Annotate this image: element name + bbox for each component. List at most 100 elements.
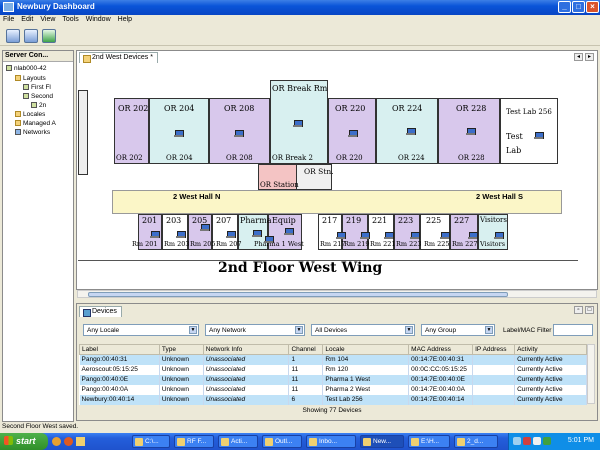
start-button[interactable]: start — [0, 433, 48, 450]
table-vertical-scrollbar[interactable] — [587, 344, 595, 404]
taskbar-item[interactable]: 2_d... — [454, 435, 498, 448]
device-laptop-icon[interactable] — [234, 130, 244, 137]
column-header[interactable]: Channel — [288, 344, 324, 355]
device-laptop-icon[interactable] — [336, 232, 346, 239]
device-laptop-icon[interactable] — [200, 224, 210, 231]
menu-window[interactable]: Window — [83, 15, 115, 23]
hall-label: 2 West Hall S — [476, 192, 523, 201]
device-laptop-icon[interactable] — [406, 128, 416, 135]
column-header[interactable]: IP Address — [472, 344, 516, 355]
device-laptop-icon[interactable] — [176, 231, 186, 238]
room-label: Pharma — [240, 216, 272, 225]
column-header[interactable]: Type — [158, 344, 204, 355]
folder-quicklaunch-icon[interactable] — [76, 437, 85, 446]
firefox-quicklaunch-icon[interactable] — [64, 437, 73, 446]
locale-select[interactable]: Any Locale ▼ — [83, 324, 199, 336]
tab-devices[interactable]: Devices — [79, 306, 122, 317]
room-label: 221 — [372, 216, 388, 225]
tab-2nd-west-devices[interactable]: 2nd West Devices * — [79, 52, 158, 63]
column-header[interactable]: Label — [79, 344, 160, 355]
refresh-icon[interactable] — [42, 29, 56, 43]
maximize-button[interactable]: □ — [572, 1, 585, 13]
room-label: 225 — [426, 216, 442, 225]
room-label: OR Break 2 — [272, 154, 313, 162]
server-connect-icon[interactable] — [6, 29, 20, 43]
layout-icon — [23, 93, 29, 100]
security-tray-icon[interactable] — [523, 437, 531, 445]
panel-minimize-button[interactable]: ▫ — [574, 306, 583, 314]
room-label: Test — [506, 132, 523, 141]
menu-edit[interactable]: Edit — [18, 15, 37, 23]
room-label: Rm 201 — [132, 240, 158, 248]
close-button[interactable]: × — [586, 1, 599, 13]
table-row[interactable]: Pango:00:40:0E Unknown Unassociated 11 Pharm… — [79, 374, 587, 385]
device-laptop-icon[interactable] — [384, 232, 394, 239]
column-header[interactable]: MAC Address — [408, 344, 474, 355]
taskbar-item[interactable]: C:\... — [132, 435, 170, 448]
floor-map[interactable]: OR 202 OR 204 OR 208 OR Break Rm OR 220 … — [78, 64, 596, 289]
taskbar-item[interactable]: Outl... — [262, 435, 302, 448]
map-horizontal-scrollbar[interactable] — [77, 290, 597, 298]
tab-scroll-right-button[interactable]: ▸ — [585, 53, 594, 61]
table-row[interactable]: Pango:00:40:31 Unknown Unassociated 1 Rm 104… — [79, 354, 587, 365]
tree-item-locales[interactable]: Locales — [15, 111, 45, 118]
tree-item-second-floor[interactable]: Second — [23, 93, 53, 100]
app-tray-icon[interactable] — [543, 437, 551, 445]
room-label: Visitors — [480, 240, 506, 248]
device-laptop-icon[interactable] — [348, 130, 358, 137]
label-mac-filter-input[interactable] — [553, 324, 593, 336]
room-label: 217 — [322, 216, 338, 225]
device-laptop-icon[interactable] — [360, 232, 370, 239]
device-laptop-icon[interactable] — [284, 228, 294, 235]
table-row[interactable]: Pango:00:40:0A Unknown Unassociated 11 Pharm… — [79, 384, 587, 395]
network-tray-icon[interactable] — [513, 437, 521, 445]
window-title: Newbury Dashboard — [17, 2, 95, 11]
taskbar-item[interactable]: E:\H... — [408, 435, 450, 448]
tree-item-2nd-west[interactable]: 2n — [31, 102, 46, 109]
browser-quicklaunch-icon[interactable] — [52, 437, 61, 446]
network-select[interactable]: Any Network ▼ — [205, 324, 305, 336]
device-laptop-icon[interactable] — [174, 130, 184, 137]
devices-select[interactable]: All Devices ▼ — [311, 324, 415, 336]
table-row[interactable]: Aeroscout:05:15:25 Unknown Unassociated 11 R… — [79, 364, 587, 375]
column-header[interactable]: Activity — [514, 344, 587, 355]
device-laptop-icon[interactable] — [440, 232, 450, 239]
panel-maximize-button[interactable]: □ — [585, 306, 594, 314]
device-laptop-icon[interactable] — [468, 232, 478, 239]
column-header[interactable]: Locale — [322, 344, 410, 355]
tree-item-networks[interactable]: Networks — [15, 129, 50, 136]
menu-file[interactable]: File — [0, 15, 18, 23]
menu-help[interactable]: Help — [115, 15, 136, 23]
room-label: 201 — [142, 216, 158, 225]
device-laptop-icon[interactable] — [226, 231, 236, 238]
group-select[interactable]: Any Group ▼ — [421, 324, 495, 336]
device-laptop-icon[interactable] — [466, 128, 476, 135]
room-label: OR 228 — [456, 104, 487, 113]
taskbar-item[interactable]: Inbo... — [306, 435, 356, 448]
tab-scroll-left-button[interactable]: ◂ — [574, 53, 583, 61]
device-laptop-icon[interactable] — [264, 236, 274, 243]
taskbar-item-active[interactable]: New... — [360, 435, 404, 448]
tree-item-first-floor[interactable]: First Fl — [23, 84, 51, 91]
device-laptop-icon[interactable] — [252, 230, 262, 237]
device-laptop-icon[interactable] — [494, 232, 504, 239]
device-laptop-icon[interactable] — [150, 231, 160, 238]
database-icon[interactable] — [24, 29, 38, 43]
device-laptop-icon[interactable] — [534, 132, 544, 139]
chevron-down-icon: ▼ — [189, 326, 197, 334]
minimize-button[interactable]: _ — [558, 1, 571, 13]
room-label: Test Lab 256 — [506, 108, 552, 116]
menu-view[interactable]: View — [37, 15, 59, 23]
device-laptop-icon[interactable] — [293, 120, 303, 127]
menu-tools[interactable]: Tools — [59, 15, 82, 23]
scrollbar-thumb[interactable] — [88, 292, 508, 297]
device-laptop-icon[interactable] — [410, 232, 420, 239]
tree-item-managed[interactable]: Managed A — [15, 120, 56, 127]
tree-item-layouts[interactable]: Layouts — [15, 75, 46, 82]
taskbar-item[interactable]: RF F... — [174, 435, 214, 448]
taskbar-item[interactable]: Acti... — [218, 435, 258, 448]
tree-item-server[interactable]: nlab000-42 — [6, 65, 47, 72]
table-row[interactable]: Newbury:00:40:14 Unknown Unassociated 6 Test… — [79, 394, 587, 405]
column-header[interactable]: Network Info — [202, 344, 290, 355]
volume-tray-icon[interactable] — [533, 437, 541, 445]
